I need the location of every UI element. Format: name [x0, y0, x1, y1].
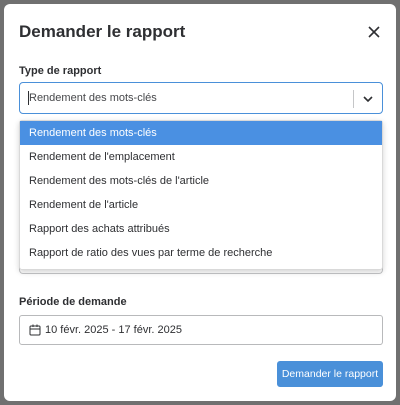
dropdown-option[interactable]: Rapport des achats attribués — [20, 217, 382, 241]
dropdown-option[interactable]: Rapport de ratio des vues par terme de r… — [20, 241, 382, 265]
date-range-picker[interactable]: 10 févr. 2025 - 17 févr. 2025 — [19, 315, 383, 345]
close-button[interactable] — [363, 21, 385, 43]
report-type-label: Type de rapport — [19, 65, 102, 77]
modal-title: Demander le rapport — [19, 22, 186, 41]
select-separator — [353, 90, 354, 108]
request-report-button[interactable]: Demander le rapport — [277, 361, 383, 387]
dropdown-option[interactable]: Rendement des mots-clés de l'article — [20, 169, 382, 193]
close-icon — [368, 26, 380, 38]
report-type-selected-value: Rendement des mots-clés — [29, 92, 157, 104]
dropdown-option[interactable]: Rendement de l'emplacement — [20, 145, 382, 169]
dropdown-option[interactable]: Rendement de l'article — [20, 193, 382, 217]
request-report-modal: Demander le rapport Type de rapport Rend… — [4, 4, 396, 401]
dropdown-option[interactable]: Rendement des mots-clés — [20, 121, 382, 145]
period-label: Période de demande — [19, 296, 127, 308]
report-type-select[interactable]: Rendement des mots-clés — [19, 82, 383, 114]
chevron-down-icon[interactable] — [361, 92, 375, 106]
report-type-dropdown-menu: Rendement des mots-clés Rendement de l'e… — [19, 120, 383, 270]
date-range-value: 10 févr. 2025 - 17 févr. 2025 — [45, 324, 182, 336]
calendar-icon — [29, 324, 41, 336]
